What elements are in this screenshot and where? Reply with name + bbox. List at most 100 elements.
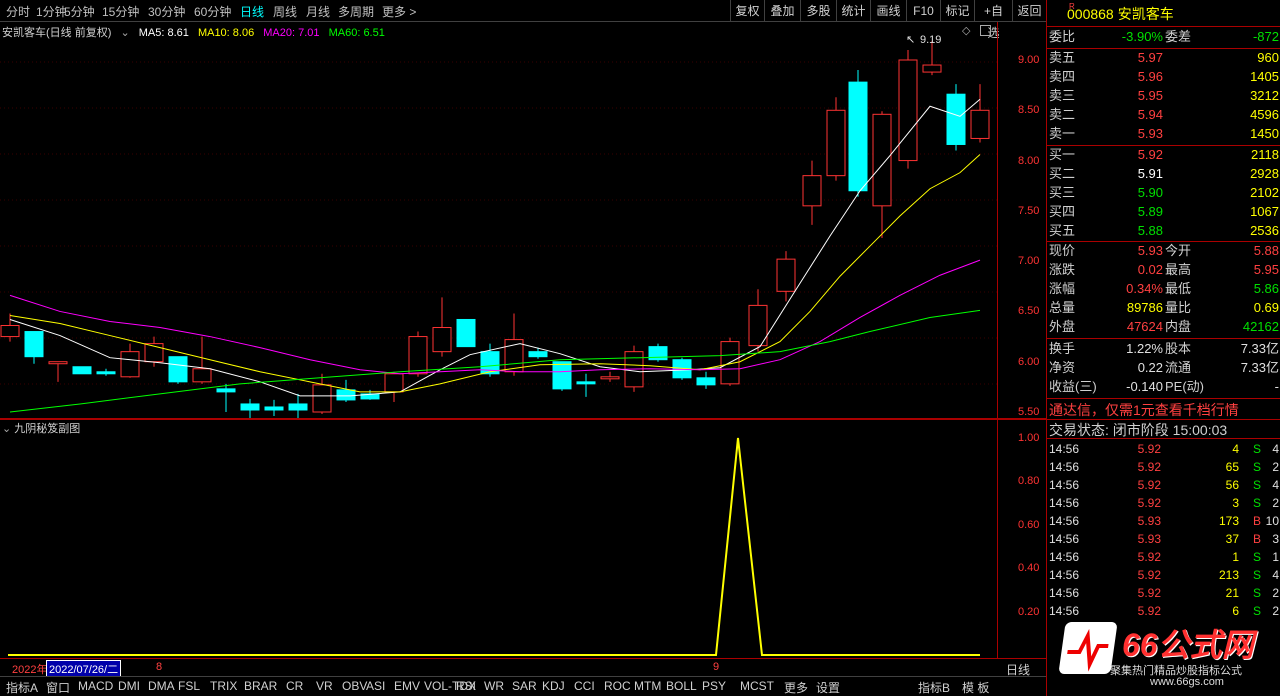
toolbar-button-4[interactable]: 画线 xyxy=(870,0,906,22)
tick-price: 5.93 xyxy=(1137,514,1161,528)
logo-brand: 66公式网 xyxy=(1122,627,1254,663)
tick-time: 14:56 xyxy=(1049,442,1080,456)
ask-row-2-value: 5.95 xyxy=(1137,88,1163,103)
period-tab-4[interactable]: 30分钟 xyxy=(148,3,185,20)
ask-row-4-label: 卖一 xyxy=(1049,126,1076,141)
sep xyxy=(1047,26,1280,27)
stat2-row-0-value: 1.22% xyxy=(1126,341,1163,356)
ask-row-0: 卖五 5.97 960 xyxy=(1047,49,1280,67)
indicator-tab-12[interactable]: EMV xyxy=(394,679,420,693)
tick-row: 14:56 5.92 56 S 4 xyxy=(1047,476,1280,494)
stat2-row-2-value2: - xyxy=(1274,379,1279,394)
indicator-tab-26[interactable]: 指标B xyxy=(918,679,950,696)
toolbar-button-6[interactable]: 标记 xyxy=(940,0,974,22)
toolbar-button-8[interactable]: 返回 xyxy=(1012,0,1046,22)
indicator-tab-0[interactable]: 指标A xyxy=(6,679,38,696)
period-tab-9[interactable]: 多周期 xyxy=(338,3,374,20)
tick-time: 14:56 xyxy=(1049,514,1080,528)
promo-link[interactable]: 通达信，仅需1元查看千档行情 xyxy=(1049,400,1239,420)
indicator-tick-3: 0.40 xyxy=(1018,562,1040,575)
indicator-tab-8[interactable]: CR xyxy=(286,679,303,693)
indicator-tab-10[interactable]: OBV xyxy=(342,679,367,693)
tick-price: 5.92 xyxy=(1137,568,1161,582)
indicator-tab-20[interactable]: MTM xyxy=(634,679,661,693)
tick-time: 14:56 xyxy=(1049,550,1080,564)
indicator-chart[interactable] xyxy=(0,420,997,658)
toolbar-button-2[interactable]: 多股 xyxy=(800,0,836,22)
price-tick-1: 8.50 xyxy=(1018,104,1040,117)
tick-row: 14:56 5.92 65 S 2 xyxy=(1047,458,1280,476)
stat2-row-1-label2: 流通 xyxy=(1165,360,1192,375)
indicator-tab-1[interactable]: 窗口 xyxy=(46,679,70,696)
tick-count: 2 xyxy=(1272,586,1279,600)
month-9-label: 9 xyxy=(713,661,720,673)
indicator-tab-25[interactable]: 设置 xyxy=(816,679,840,696)
indicator-tab-17[interactable]: KDJ xyxy=(542,679,565,693)
ask-row-0-value2: 960 xyxy=(1257,50,1279,65)
indicator-tab-19[interactable]: ROC xyxy=(604,679,631,693)
tick-volume: 65 xyxy=(1225,460,1239,474)
toolbar-button-7[interactable]: +自选 xyxy=(974,0,1012,40)
period-tab-3[interactable]: 15分钟 xyxy=(102,3,139,20)
indicator-tab-4[interactable]: DMA xyxy=(148,679,175,693)
period-tab-1[interactable]: 1分钟 xyxy=(36,3,67,20)
period-tab-2[interactable]: 5分钟 xyxy=(64,3,95,20)
toolbar-button-0[interactable]: 复权 xyxy=(730,0,764,22)
bid-row-4-value: 5.88 xyxy=(1137,223,1163,238)
price-tick-7: 5.50 xyxy=(1018,406,1040,418)
candlestick-chart[interactable]: 9.195.36↖← xyxy=(0,22,997,418)
price-tick-5: 6.50 xyxy=(1018,305,1040,318)
ask-row-2-label: 卖三 xyxy=(1049,88,1076,103)
price-axis: 9.00 8.50 8.00 7.50 7.00 6.50 6.00 5.50 xyxy=(997,22,1046,418)
bid-row-0-label: 买一 xyxy=(1049,147,1076,162)
indicator-tab-16[interactable]: SAR xyxy=(512,679,537,693)
tick-count: 2 xyxy=(1272,460,1279,474)
stat2-row-1-value2: 7.33亿 xyxy=(1240,360,1279,375)
indicator-tab-5[interactable]: FSL xyxy=(178,679,200,693)
period-tab-8[interactable]: 月线 xyxy=(306,3,330,20)
indicator-tab-7[interactable]: BRAR xyxy=(244,679,277,693)
candle-body xyxy=(504,339,524,373)
period-tab-0[interactable]: 分时 xyxy=(6,3,30,20)
indicator-tab-15[interactable]: WR xyxy=(484,679,504,693)
bid-row-3-label: 买四 xyxy=(1049,204,1076,219)
stat2-row-1: 净资 0.22 流通 7.33亿 xyxy=(1047,359,1280,377)
candle-body xyxy=(600,376,620,380)
indicator-tab-22[interactable]: PSY xyxy=(702,679,726,693)
indicator-tab-3[interactable]: DMI xyxy=(118,679,140,693)
indicator-tab-27[interactable]: 模 板 xyxy=(962,679,989,696)
bid-row-0: 买一 5.92 2118 xyxy=(1047,146,1280,164)
price-tick-6: 6.00 xyxy=(1018,355,1040,368)
tick-volume: 213 xyxy=(1218,568,1239,582)
toolbar-button-5[interactable]: F10 xyxy=(906,0,940,22)
indicator-tab-24[interactable]: 更多 xyxy=(784,679,808,696)
toolbar-button-1[interactable]: 叠加 xyxy=(764,0,800,22)
indicator-tab-14[interactable]: RSI xyxy=(456,679,476,693)
stat-row-0-label2: 今开 xyxy=(1165,243,1192,258)
indicator-tab-23[interactable]: MCST xyxy=(740,679,774,693)
indicator-tick-0: 1.00 xyxy=(1018,432,1040,444)
stat2-row-1-value: 0.22 xyxy=(1137,360,1163,375)
tick-count: 4 xyxy=(1272,442,1279,456)
indicator-tab-9[interactable]: VR xyxy=(316,679,333,693)
candle-body xyxy=(192,368,212,383)
ask-row-2: 卖三 5.95 3212 xyxy=(1047,87,1280,105)
period-tab-6[interactable]: 日线 xyxy=(240,3,264,20)
toolbar-button-3[interactable]: 统计 xyxy=(836,0,870,22)
ask-row-3-value: 5.94 xyxy=(1137,107,1163,122)
period-tab-10[interactable]: 更多 > xyxy=(382,3,416,20)
indicator-tab-11[interactable]: ASI xyxy=(366,679,385,693)
stat-row-0: 现价 5.93 今开 5.88 xyxy=(1047,242,1280,260)
date-bar: 2022年 2022/07/26/二 8 9 日线 xyxy=(0,658,1046,678)
stat-row-4: 外盘 47624 内盘 42162 xyxy=(1047,318,1280,336)
indicator-tab-18[interactable]: CCI xyxy=(574,679,595,693)
indicator-tab-21[interactable]: BOLL xyxy=(666,679,697,693)
indicator-tab-2[interactable]: MACD xyxy=(78,679,113,693)
stat-row-2-value: 0.34% xyxy=(1126,281,1163,296)
bid-row-0-value: 5.92 xyxy=(1137,147,1163,162)
period-tab-7[interactable]: 周线 xyxy=(273,3,297,20)
bid-row-0-value2: 2118 xyxy=(1251,147,1279,162)
indicator-tab-6[interactable]: TRIX xyxy=(210,679,237,693)
period-tab-5[interactable]: 60分钟 xyxy=(194,3,231,20)
stat2-row-2-value: -0.140 xyxy=(1126,379,1163,394)
